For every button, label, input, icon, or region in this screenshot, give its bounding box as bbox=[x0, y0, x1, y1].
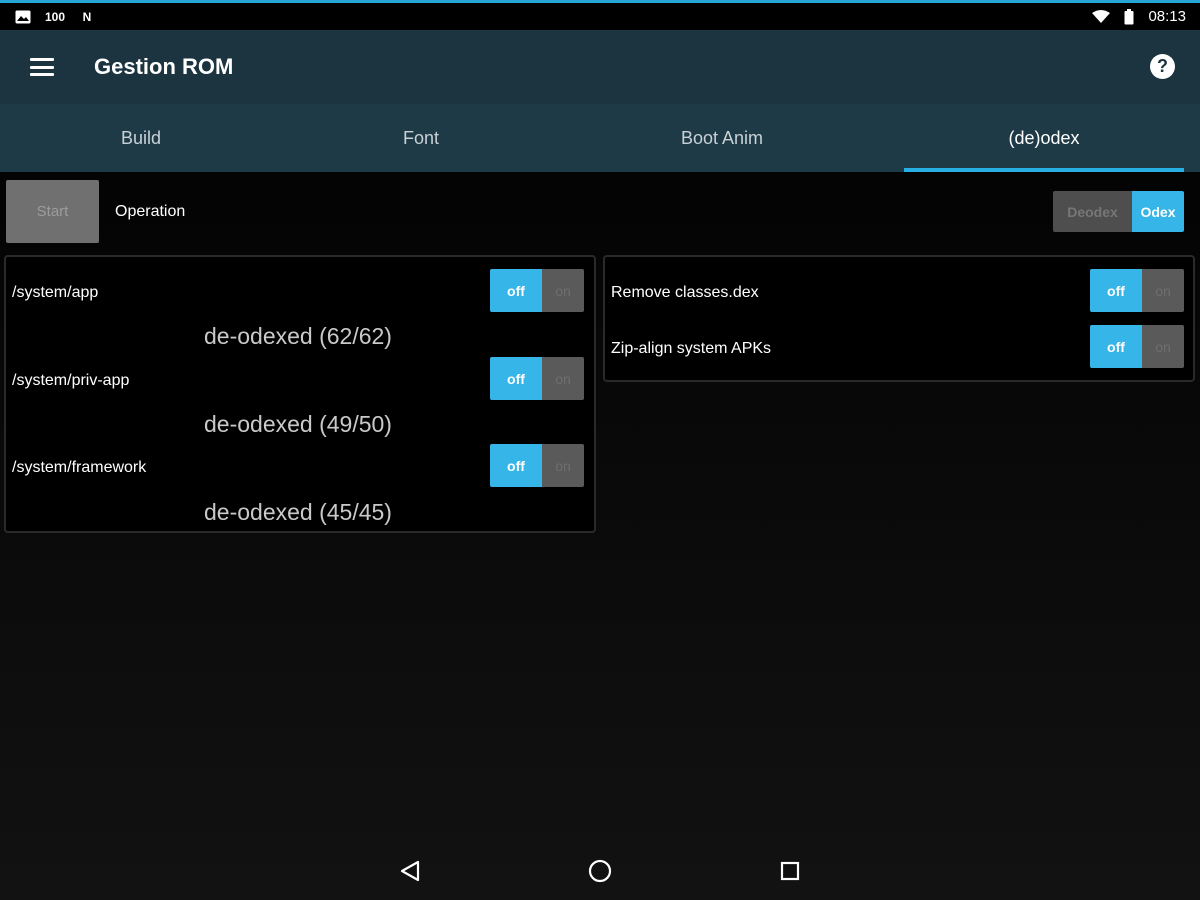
system-priv-app-label: /system/priv-app bbox=[12, 372, 130, 389]
home-icon[interactable] bbox=[587, 858, 613, 884]
partition-panel: /system/app off on de-odexed (62/62) /sy… bbox=[4, 255, 596, 533]
system-app-status: de-odexed (62/62) bbox=[204, 323, 392, 349]
toggle-off-label: off bbox=[1090, 325, 1142, 368]
recents-icon[interactable] bbox=[777, 858, 803, 884]
tab-bar: Build Font Boot Anim (de)odex bbox=[0, 104, 1200, 172]
system-priv-app-toggle[interactable]: off on bbox=[490, 357, 584, 400]
back-icon[interactable] bbox=[397, 858, 423, 884]
system-framework-toggle[interactable]: off on bbox=[490, 444, 584, 487]
system-priv-app-status: de-odexed (49/50) bbox=[204, 411, 392, 437]
toggle-off-label: off bbox=[490, 269, 542, 312]
app-title: Gestion ROM bbox=[94, 54, 234, 79]
clock: 08:13 bbox=[1148, 8, 1186, 25]
battery-icon bbox=[1120, 8, 1138, 25]
toggle-off-label: off bbox=[490, 444, 542, 487]
toggle-on-label: on bbox=[1142, 269, 1184, 312]
tab-font[interactable]: Font bbox=[282, 104, 560, 172]
system-app-label: /system/app bbox=[12, 284, 99, 301]
help-icon[interactable]: ? bbox=[1150, 54, 1175, 79]
remove-classes-dex-label: Remove classes.dex bbox=[611, 284, 759, 301]
tab-deodex[interactable]: (de)odex bbox=[904, 104, 1184, 172]
zip-align-toggle[interactable]: off on bbox=[1090, 325, 1184, 368]
system-framework-status: de-odexed (45/45) bbox=[204, 499, 392, 525]
wifi-icon bbox=[1092, 9, 1111, 25]
operation-label: Operation bbox=[115, 203, 186, 220]
toggle-on-label: on bbox=[542, 357, 584, 400]
toggle-off-label: off bbox=[490, 357, 542, 400]
options-panel: Remove classes.dex off on Zip-align syst… bbox=[603, 255, 1195, 382]
n-icon: N bbox=[82, 9, 92, 24]
navigation-bar bbox=[0, 840, 1200, 900]
toggle-on-label: on bbox=[1142, 325, 1184, 368]
status-right-icons: 08:13 bbox=[1092, 8, 1186, 25]
start-button[interactable]: Start bbox=[6, 180, 99, 243]
action-bar: Gestion ROM bbox=[0, 30, 1200, 104]
status-bar: 100 N 08:13 bbox=[0, 0, 1200, 30]
remove-classes-dex-toggle[interactable]: off on bbox=[1090, 269, 1184, 312]
notification-100-icon: 100 bbox=[44, 9, 66, 24]
toggle-on-label: on bbox=[542, 444, 584, 487]
odex-option[interactable]: Odex bbox=[1132, 191, 1184, 232]
zip-align-label: Zip-align system APKs bbox=[611, 340, 772, 357]
tab-boot-anim[interactable]: Boot Anim bbox=[560, 104, 884, 172]
system-app-toggle[interactable]: off on bbox=[490, 269, 584, 312]
tab-build[interactable]: Build bbox=[0, 104, 282, 172]
status-left-icons: 100 N bbox=[14, 9, 96, 25]
system-framework-label: /system/framework bbox=[12, 459, 147, 476]
toggle-on-label: on bbox=[542, 269, 584, 312]
image-icon bbox=[14, 9, 32, 25]
toggle-off-label: off bbox=[1090, 269, 1142, 312]
mode-selector: Deodex Odex bbox=[1053, 191, 1184, 232]
hamburger-menu-icon[interactable] bbox=[28, 54, 56, 80]
deodex-option[interactable]: Deodex bbox=[1053, 191, 1132, 232]
